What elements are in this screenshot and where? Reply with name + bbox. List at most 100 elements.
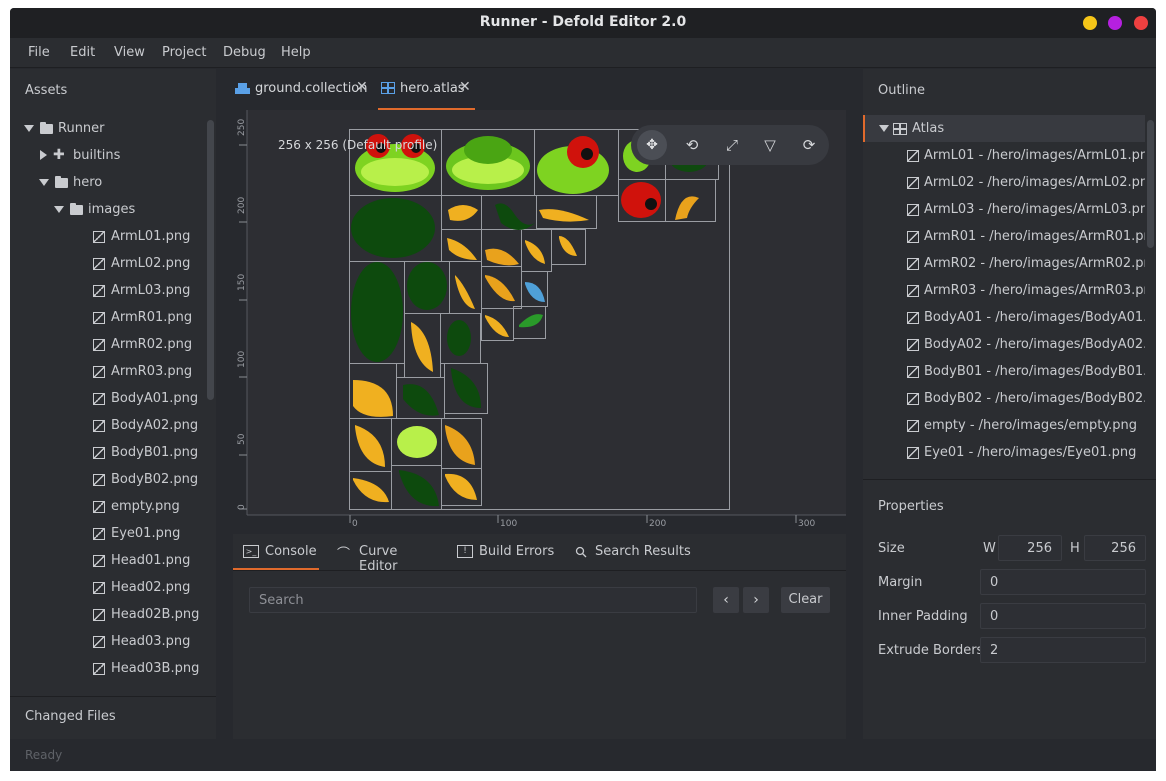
outline-item[interactable]: ArmR01 - /hero/images/ArmR01.png: [863, 223, 1145, 250]
rotate-icon[interactable]: ⟲: [677, 130, 707, 160]
outline-item[interactable]: ArmL01 - /hero/images/ArmL01.png: [863, 142, 1145, 169]
asset-tree-item[interactable]: ✚ builtins: [10, 142, 206, 169]
expand-icon[interactable]: [40, 150, 47, 160]
tab-build-errors[interactable]: ! Build Errors: [457, 534, 557, 570]
tab-label: hero.atlas: [400, 81, 465, 96]
asset-tree-item[interactable]: Head01.png: [10, 547, 206, 574]
close-button[interactable]: [1134, 16, 1148, 30]
tab-console[interactable]: >_ Console: [233, 534, 319, 570]
assets-scrollbar[interactable]: [207, 120, 214, 400]
tab-label: Console: [265, 544, 317, 559]
asset-tree-item[interactable]: hero: [10, 169, 206, 196]
margin-input[interactable]: 0: [980, 569, 1146, 595]
search-icon: [575, 546, 587, 558]
height-input[interactable]: 256: [1084, 535, 1146, 561]
error-icon: !: [457, 545, 473, 558]
outline-item[interactable]: BodyA02 - /hero/images/BodyA02.png: [863, 331, 1145, 358]
properties-title: Properties: [878, 499, 944, 514]
assets-panel: Assets Runner ✚ builtins hero images ArmL01.p…: [10, 69, 216, 696]
outline-item[interactable]: Eye01 - /hero/images/Eye01.png: [863, 439, 1145, 466]
menu-debug[interactable]: Debug: [223, 45, 266, 60]
outline-item[interactable]: BodyB01 - /hero/images/BodyB01.png: [863, 358, 1145, 385]
asset-tree-item[interactable]: images: [10, 196, 206, 223]
asset-label: BodyB02.png: [111, 472, 199, 487]
menu-project[interactable]: Project: [162, 45, 206, 60]
minimize-button[interactable]: [1083, 16, 1097, 30]
outline-item-label: ArmL03 - /hero/images/ArmL03.png: [924, 202, 1145, 217]
scale-icon[interactable]: ⤢: [717, 130, 747, 160]
search-prev-button[interactable]: ‹: [713, 587, 739, 613]
collapse-icon[interactable]: [39, 179, 49, 186]
y-tick-label: 250: [237, 119, 247, 136]
width-input[interactable]: 256: [998, 535, 1062, 561]
asset-tree-item[interactable]: Head02B.png: [10, 601, 206, 628]
outline-root-atlas[interactable]: Atlas: [863, 115, 1145, 142]
console-panel: >_ Console ⌒ Curve Editor ! Build Errors…: [233, 534, 846, 739]
asset-tree-item[interactable]: ArmL03.png: [10, 277, 206, 304]
outline-item-label: empty - /hero/images/empty.png: [924, 418, 1138, 433]
console-clear-button[interactable]: Clear: [781, 587, 830, 613]
extrude-borders-input[interactable]: 2: [980, 637, 1146, 663]
tab-search-results[interactable]: Search Results: [573, 534, 693, 570]
menu-view[interactable]: View: [114, 45, 145, 60]
image-file-icon: [93, 366, 105, 378]
outline-scrollbar[interactable]: [1147, 120, 1154, 248]
asset-tree-item[interactable]: BodyB02.png: [10, 466, 206, 493]
collapse-icon[interactable]: [24, 125, 34, 132]
image-file-icon: [907, 420, 919, 432]
tab-label: ground.collection: [255, 81, 368, 96]
outline-item[interactable]: empty - /hero/images/empty.png: [863, 412, 1145, 439]
asset-tree-item[interactable]: Eye01.png: [10, 520, 206, 547]
outline-root-label: Atlas: [912, 121, 945, 136]
menu-file[interactable]: File: [28, 45, 50, 60]
asset-tree-item[interactable]: Head02.png: [10, 574, 206, 601]
margin-label: Margin: [878, 575, 923, 590]
close-tab-icon[interactable]: ✕: [459, 79, 471, 95]
outline-item[interactable]: BodyA01 - /hero/images/BodyA01.png: [863, 304, 1145, 331]
inner-padding-label: Inner Padding: [878, 609, 968, 624]
asset-tree-item[interactable]: BodyA01.png: [10, 385, 206, 412]
image-file-icon: [93, 393, 105, 405]
console-search-input[interactable]: Search: [249, 587, 697, 613]
asset-tree-item[interactable]: BodyA02.png: [10, 412, 206, 439]
asset-tree-item[interactable]: ArmR02.png: [10, 331, 206, 358]
menu-edit[interactable]: Edit: [70, 45, 95, 60]
status-bar: Ready: [10, 739, 1156, 771]
editor-window: Runner - Defold Editor 2.0 File Edit Vie…: [10, 8, 1156, 771]
move-icon[interactable]: ✥: [637, 130, 667, 160]
asset-tree-item[interactable]: Head03B.png: [10, 655, 206, 682]
perspective-icon[interactable]: ▽: [755, 130, 785, 160]
x-tick-label: 100: [500, 519, 517, 529]
tab-curve-editor[interactable]: ⌒ Curve Editor: [337, 534, 437, 574]
y-tick-label: 100: [237, 351, 247, 368]
cycle-icon[interactable]: ⟳: [794, 130, 824, 160]
inner-padding-input[interactable]: 0: [980, 603, 1146, 629]
asset-tree-item[interactable]: Runner: [10, 115, 206, 142]
collapse-icon[interactable]: [54, 206, 64, 213]
asset-tree-item[interactable]: empty.png: [10, 493, 206, 520]
asset-tree-item[interactable]: ArmL02.png: [10, 250, 206, 277]
outline-item[interactable]: ArmL02 - /hero/images/ArmL02.png: [863, 169, 1145, 196]
tab-ground-collection[interactable]: ground.collection ✕: [233, 68, 375, 110]
outline-item[interactable]: BodyB02 - /hero/images/BodyB02.png: [863, 385, 1145, 412]
outline-item-label: ArmL01 - /hero/images/ArmL01.png: [924, 148, 1145, 163]
atlas-viewport[interactable]: 250 200 150 100 50 0 0 100 200 300 256 x…: [233, 110, 846, 530]
outline-item[interactable]: ArmR03 - /hero/images/ArmR03.png: [863, 277, 1145, 304]
image-file-icon: [907, 366, 919, 378]
search-next-button[interactable]: ›: [743, 587, 769, 613]
close-tab-icon[interactable]: ✕: [356, 79, 368, 95]
maximize-button[interactable]: [1108, 16, 1122, 30]
asset-tree-item[interactable]: ArmR03.png: [10, 358, 206, 385]
menu-help[interactable]: Help: [281, 45, 311, 60]
asset-tree-item[interactable]: BodyB01.png: [10, 439, 206, 466]
tab-hero-atlas[interactable]: hero.atlas ✕: [378, 68, 475, 110]
expand-icon[interactable]: [879, 125, 889, 132]
asset-tree-item[interactable]: ArmL01.png: [10, 223, 206, 250]
height-label: H: [1070, 541, 1080, 556]
outline-item[interactable]: ArmL03 - /hero/images/ArmL03.png: [863, 196, 1145, 223]
asset-tree-item[interactable]: Head03.png: [10, 628, 206, 655]
x-tick-label: 300: [798, 519, 815, 529]
asset-tree-item[interactable]: ArmR01.png: [10, 304, 206, 331]
manipulator-toolbar: ✥ ⟲ ⤢ ▽ ⟳: [631, 125, 829, 165]
outline-item[interactable]: ArmR02 - /hero/images/ArmR02.png: [863, 250, 1145, 277]
